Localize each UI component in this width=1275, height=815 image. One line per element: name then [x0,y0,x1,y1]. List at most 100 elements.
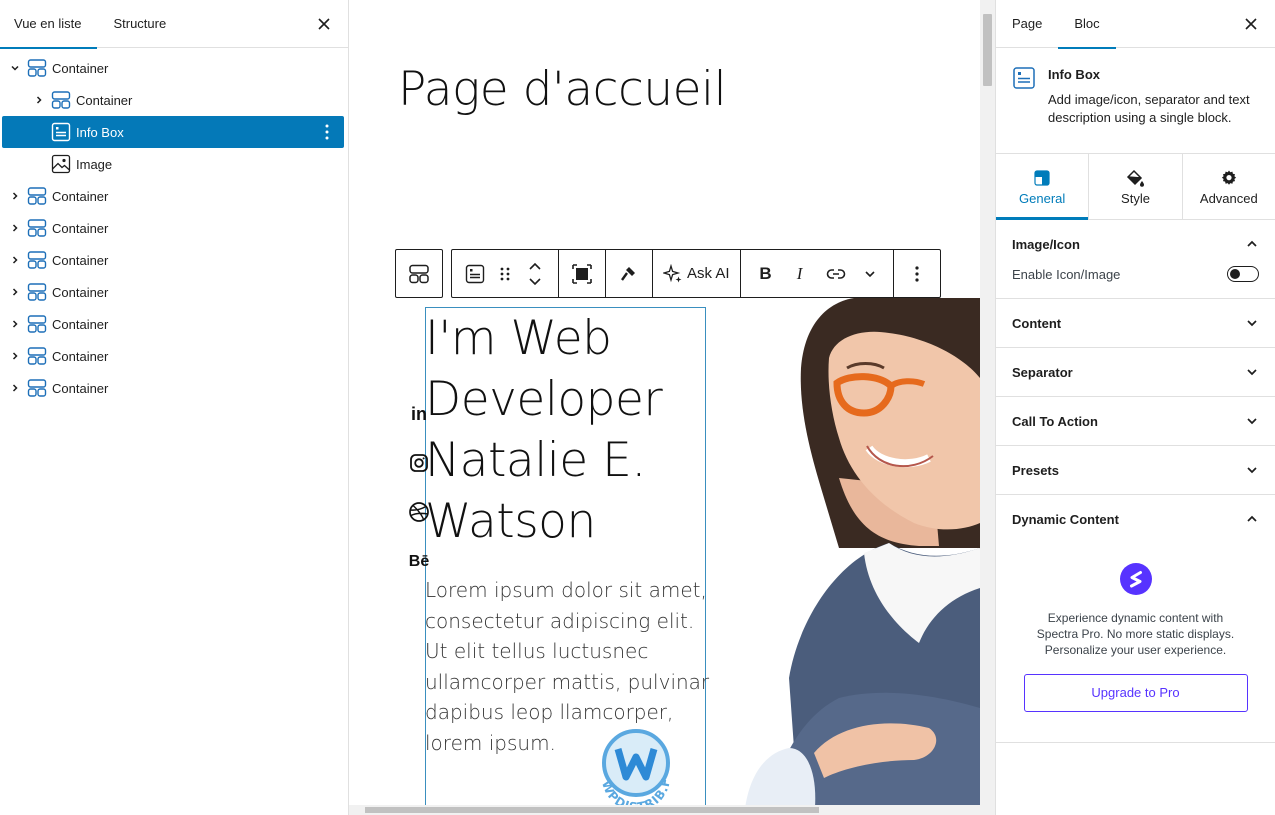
chevron-right-icon[interactable] [8,285,22,299]
hero-description-line: Lorem ipsum dolor sit amet, [425,578,707,602]
drag-handle-icon [500,267,510,280]
chevron-right-icon[interactable] [8,317,22,331]
tree-item-container[interactable]: Container [2,276,344,308]
canvas-vertical-scrollbar[interactable] [980,0,995,815]
more-vertical-icon [914,265,919,282]
container-icon [50,89,72,111]
block-card: Info Box Add image/icon, separator and t… [996,48,1275,154]
tree-item-container[interactable]: Container [2,340,344,372]
panel-dynamic-content-toggle[interactable]: Dynamic Content [996,495,1275,543]
upgrade-to-pro-button[interactable]: Upgrade to Pro [1023,674,1248,712]
panel-separator-toggle[interactable]: Separator [996,348,1275,396]
tree-item-image[interactable]: Image [2,148,344,180]
tree-item-info-box[interactable]: Info Box [2,116,344,148]
link-button[interactable] [817,256,855,292]
dynamic-content-text-line: Experience dynamic content with [1047,611,1224,625]
copy-style-button[interactable] [614,256,644,292]
scrollbar-thumb[interactable] [983,14,992,86]
options-button[interactable] [902,256,932,292]
chevron-down-icon [1245,414,1259,428]
container-icon [26,57,48,79]
hero-title-line: Natalie E. [425,433,646,488]
general-icon [1034,167,1050,189]
select-parent-button[interactable] [395,249,443,298]
tree-item-container[interactable]: Container [2,52,344,84]
tab-advanced[interactable]: Advanced [1183,154,1275,219]
chevron-right-icon[interactable] [8,253,22,267]
scrollbar-thumb[interactable] [365,807,819,813]
container-icon [26,377,48,399]
instagram-icon[interactable] [407,451,431,475]
toolbar-group-ai: Ask AI [653,250,741,297]
dynamic-content-text: Experience dynamic content with Spectra … [1020,610,1251,658]
alignment-button[interactable] [567,256,597,292]
dribbble-icon[interactable] [407,500,431,524]
tree-item-label: Info Box [76,124,124,140]
dynamic-content-text-line: Personalize your user experience. [1044,643,1227,657]
more-formatting-button[interactable] [855,256,885,292]
container-icon [26,345,48,367]
bold-button[interactable]: B [749,256,783,292]
chevron-up-icon [1245,237,1259,251]
ask-ai-button[interactable]: Ask AI [661,256,732,292]
close-list-view-button[interactable] [314,14,334,34]
inspector-tabs: General Style Advanced [996,154,1275,220]
tab-list-view[interactable]: Vue en liste [0,0,99,49]
info-box-icon [465,264,485,283]
block-type-button[interactable] [460,256,490,292]
chevron-right-icon[interactable] [8,349,22,363]
tree-item-container[interactable]: Container [2,244,344,276]
editor-canvas[interactable]: Page d'accueil I'm Web Developer Natalie… [349,0,980,815]
panel-image-icon-toggle[interactable]: Image/Icon [996,220,1275,268]
tree-item-label: Container [52,316,109,332]
tab-block[interactable]: Bloc [1058,0,1117,49]
hero-portrait-image[interactable] [729,298,980,815]
tab-general-label: General [1019,191,1066,206]
chevron-down-icon[interactable] [8,61,22,75]
canvas-horizontal-scrollbar[interactable] [349,805,980,815]
hero-description-line: dapibus leop llamcorper, [425,700,674,724]
hero-title-line: Watson [425,494,596,549]
chevron-right-icon[interactable] [8,381,22,395]
italic-button[interactable]: I [783,256,817,292]
move-up-down-button[interactable] [520,256,550,292]
chevron-right-icon[interactable] [8,189,22,203]
tab-structure[interactable]: Structure [113,0,166,48]
panel-presets-toggle[interactable]: Presets [996,446,1275,494]
hero-description-line: Ut elit tellus luctusnec [425,639,649,663]
panel-title: Separator [1012,364,1073,380]
behance-icon[interactable]: Bē [407,550,431,574]
tree-item-label: Container [52,220,109,236]
hero-title[interactable]: I'm Web Developer Natalie E. Watson [425,308,725,552]
panel-content-toggle[interactable]: Content [996,299,1275,347]
panel-title: Presets [1012,462,1059,478]
drag-handle[interactable] [490,256,520,292]
close-settings-button[interactable] [1241,14,1261,34]
tab-style[interactable]: Style [1089,154,1183,219]
container-icon [26,185,48,207]
list-view-tabs: Vue en liste Structure [0,0,348,49]
block-toolbar-main: Ask AI B I [451,249,941,298]
tree-item-container[interactable]: Container [2,372,344,404]
tree-item-container[interactable]: Container [2,212,344,244]
tab-general[interactable]: General [996,154,1090,220]
chevron-down-icon [1245,463,1259,477]
linkedin-icon[interactable]: in [407,402,431,426]
full-width-icon [572,263,592,284]
tab-style-label: Style [1121,191,1150,206]
page-title[interactable]: Page d'accueil [398,62,727,117]
tree-item-container[interactable]: Container [2,308,344,340]
chevron-down-icon [1245,316,1259,330]
spectra-logo-icon [1119,563,1152,595]
panel-call-to-action-toggle[interactable]: Call To Action [996,397,1275,445]
enable-icon-image-label: Enable Icon/Image [1012,266,1121,282]
tree-item-container[interactable]: Container [2,180,344,212]
hero-description[interactable]: Lorem ipsum dolor sit amet, consectetur … [425,575,725,758]
tree-item-container[interactable]: Container [2,84,344,116]
chevron-right-icon[interactable] [32,93,46,107]
tab-page[interactable]: Page [1012,0,1042,48]
more-options-icon[interactable] [318,123,336,141]
tree-item-label: Container [76,92,133,108]
chevron-right-icon[interactable] [8,221,22,235]
enable-icon-image-toggle[interactable] [1227,266,1259,282]
